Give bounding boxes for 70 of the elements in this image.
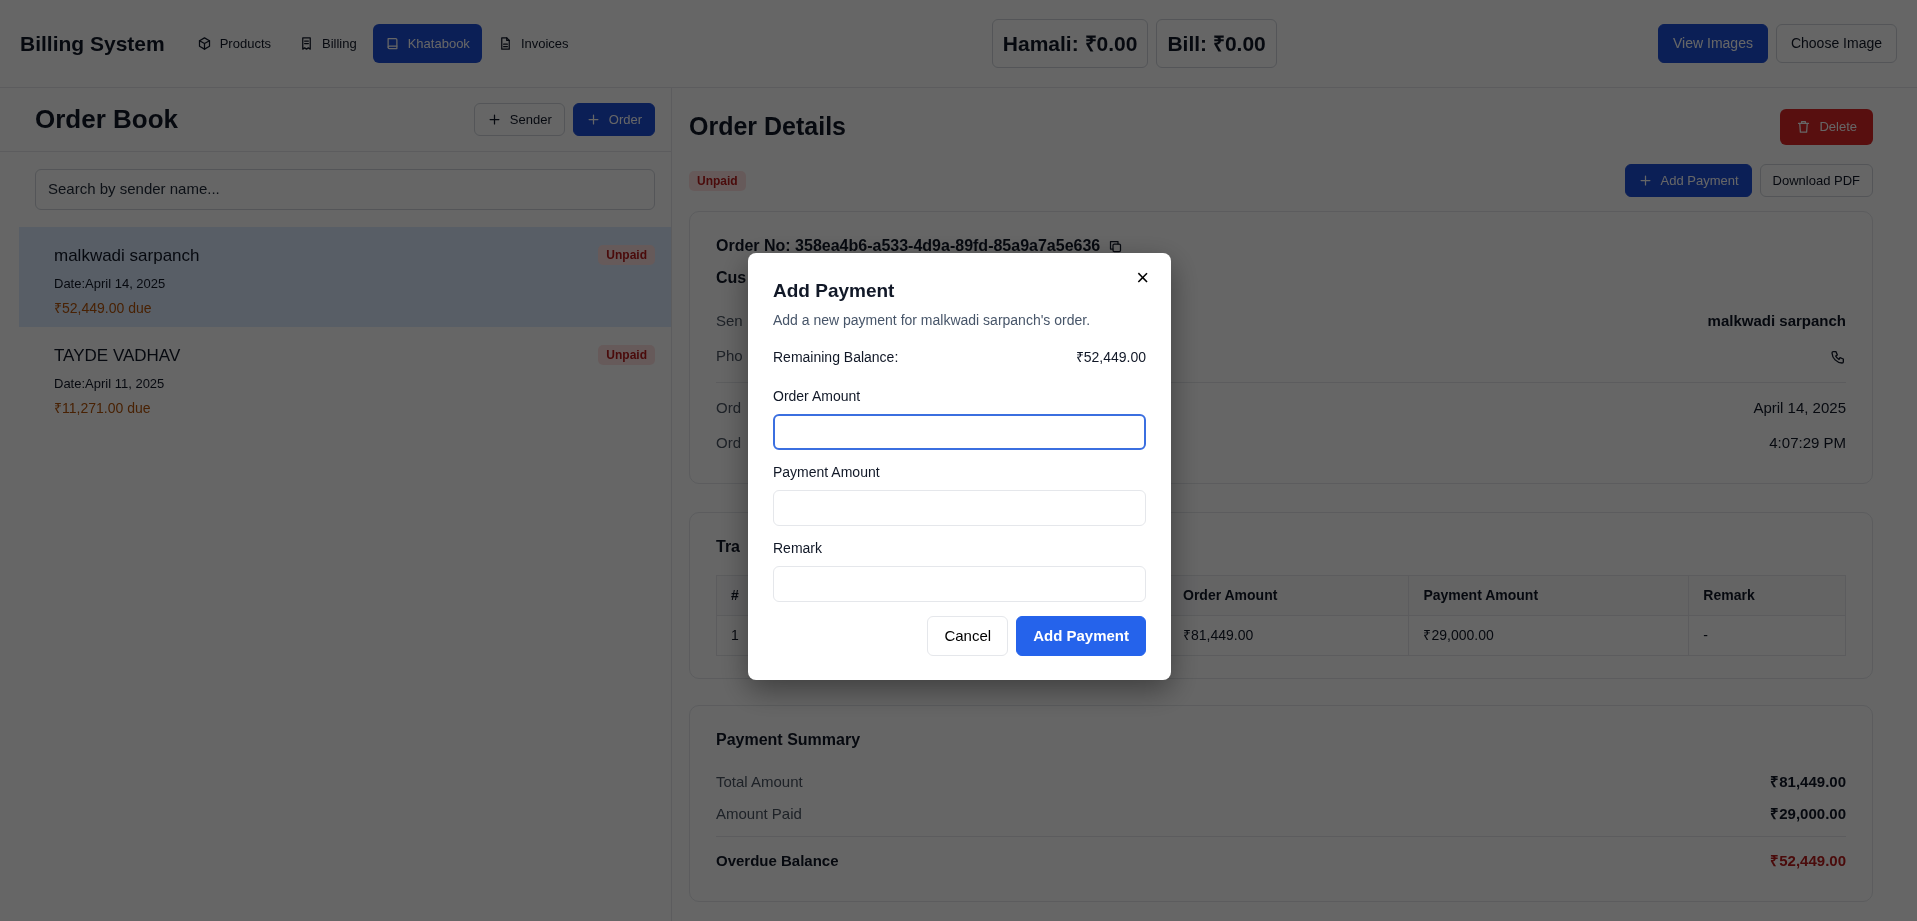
balance-value: ₹52,449.00: [1075, 347, 1146, 367]
cube-icon: [196, 36, 212, 51]
header-button[interactable]: View Images: [1658, 24, 1768, 63]
order-date: Date:April 11, 2025: [54, 375, 166, 393]
plus-icon: [486, 112, 502, 127]
input-field[interactable]: [773, 413, 1146, 450]
field-value: malkwadi sarpanch: [1707, 311, 1846, 332]
search-field[interactable]: Search by sender name...: [35, 169, 655, 210]
close-button[interactable]: ×: [1132, 263, 1153, 293]
field-label: Ord: [716, 398, 741, 419]
order-number: Order No: 358ea4b6-a533-4d9a-89fd-85a9a7a5e636: [716, 236, 1101, 256]
trash-icon: [1796, 119, 1812, 135]
dialog-button[interactable]: Add Payment: [1016, 615, 1146, 656]
summary-label: Overdue Balance: [716, 850, 839, 871]
field-label: Payment Amount: [773, 462, 881, 482]
action-button[interactable]: Download PDF: [1759, 163, 1873, 197]
add-button[interactable]: Order: [572, 102, 655, 137]
status-badge: Unpaid: [598, 344, 655, 365]
total-display: Hamali: ₹0.00: [991, 18, 1149, 69]
field-label: Order Amount: [773, 386, 862, 406]
dialog-title: Add Payment: [773, 279, 896, 303]
field-label: Pho: [716, 346, 743, 367]
amount-due: ₹11,271.00 due: [54, 398, 152, 418]
table-cell: ₹29,000.00: [1408, 615, 1689, 656]
nav-tab[interactable]: Billing: [287, 23, 369, 64]
order-list-item[interactable]: malkwadi sarpanch Date:April 14, 2025 ₹52,449.00 due Unpaid: [19, 226, 671, 327]
overdue-value: ₹52,449.00: [1770, 850, 1846, 871]
sender-name: malkwadi sarpanch: [54, 244, 200, 267]
plus-icon: [1637, 172, 1653, 188]
field-value: April 14, 2025: [1753, 398, 1846, 419]
page-title: Order Details: [689, 111, 846, 142]
order-list-item[interactable]: TAYDE VADHAV Date:April 11, 2025 ₹11,271.00 due Unpaid: [19, 326, 671, 427]
field-value: 4:07:29 PM: [1769, 433, 1846, 454]
header-button[interactable]: Choose Image: [1775, 24, 1897, 63]
plus-icon: [585, 112, 601, 127]
receipt-icon: [299, 36, 314, 51]
nav-tab[interactable]: Khatabook: [372, 23, 482, 64]
nav-tab[interactable]: Invoices: [485, 23, 581, 64]
panel-title: Order Book: [35, 103, 179, 136]
nav-tab[interactable]: Products: [184, 23, 283, 64]
field-label: Ord: [716, 433, 741, 454]
customer-heading: Cus: [716, 269, 747, 286]
delete-button[interactable]: Delete: [1780, 109, 1873, 145]
copy-icon: [1108, 238, 1124, 254]
add-button[interactable]: Sender: [473, 102, 565, 137]
column-header: Payment Amount: [1408, 575, 1689, 616]
field-label: Remark: [773, 538, 823, 558]
card-title: Tra: [716, 538, 740, 555]
dialog-button[interactable]: Cancel: [927, 615, 1009, 656]
dialog-subtitle: Add a new payment for malkwadi sarpanch's order.: [773, 310, 1092, 330]
field-label: Sen: [716, 311, 743, 332]
total-display: Bill: ₹0.00: [1156, 18, 1277, 69]
summary-value: ₹29,000.00: [1770, 803, 1846, 824]
summary-label: Amount Paid: [716, 803, 802, 824]
action-button[interactable]: Add Payment: [1624, 163, 1752, 197]
amount-due: ₹52,449.00 due: [54, 298, 153, 318]
column-header: Remark: [1688, 575, 1846, 616]
summary-label: Total Amount: [716, 771, 803, 792]
summary-value: ₹81,449.00: [1770, 771, 1846, 792]
app-title: Billing System: [20, 30, 165, 57]
phone-icon: [1830, 348, 1846, 365]
sender-name: TAYDE VADHAV: [54, 344, 181, 367]
book-icon: [384, 36, 400, 51]
balance-label: Remaining Balance:: [773, 347, 899, 367]
column-header: Order Amount: [1168, 575, 1409, 616]
status-badge: Unpaid: [598, 244, 655, 265]
order-date: Date:April 14, 2025: [54, 275, 167, 293]
status-badge: Unpaid: [689, 171, 746, 191]
card-title: Payment Summary: [716, 730, 862, 750]
table-cell: -: [1688, 615, 1846, 656]
